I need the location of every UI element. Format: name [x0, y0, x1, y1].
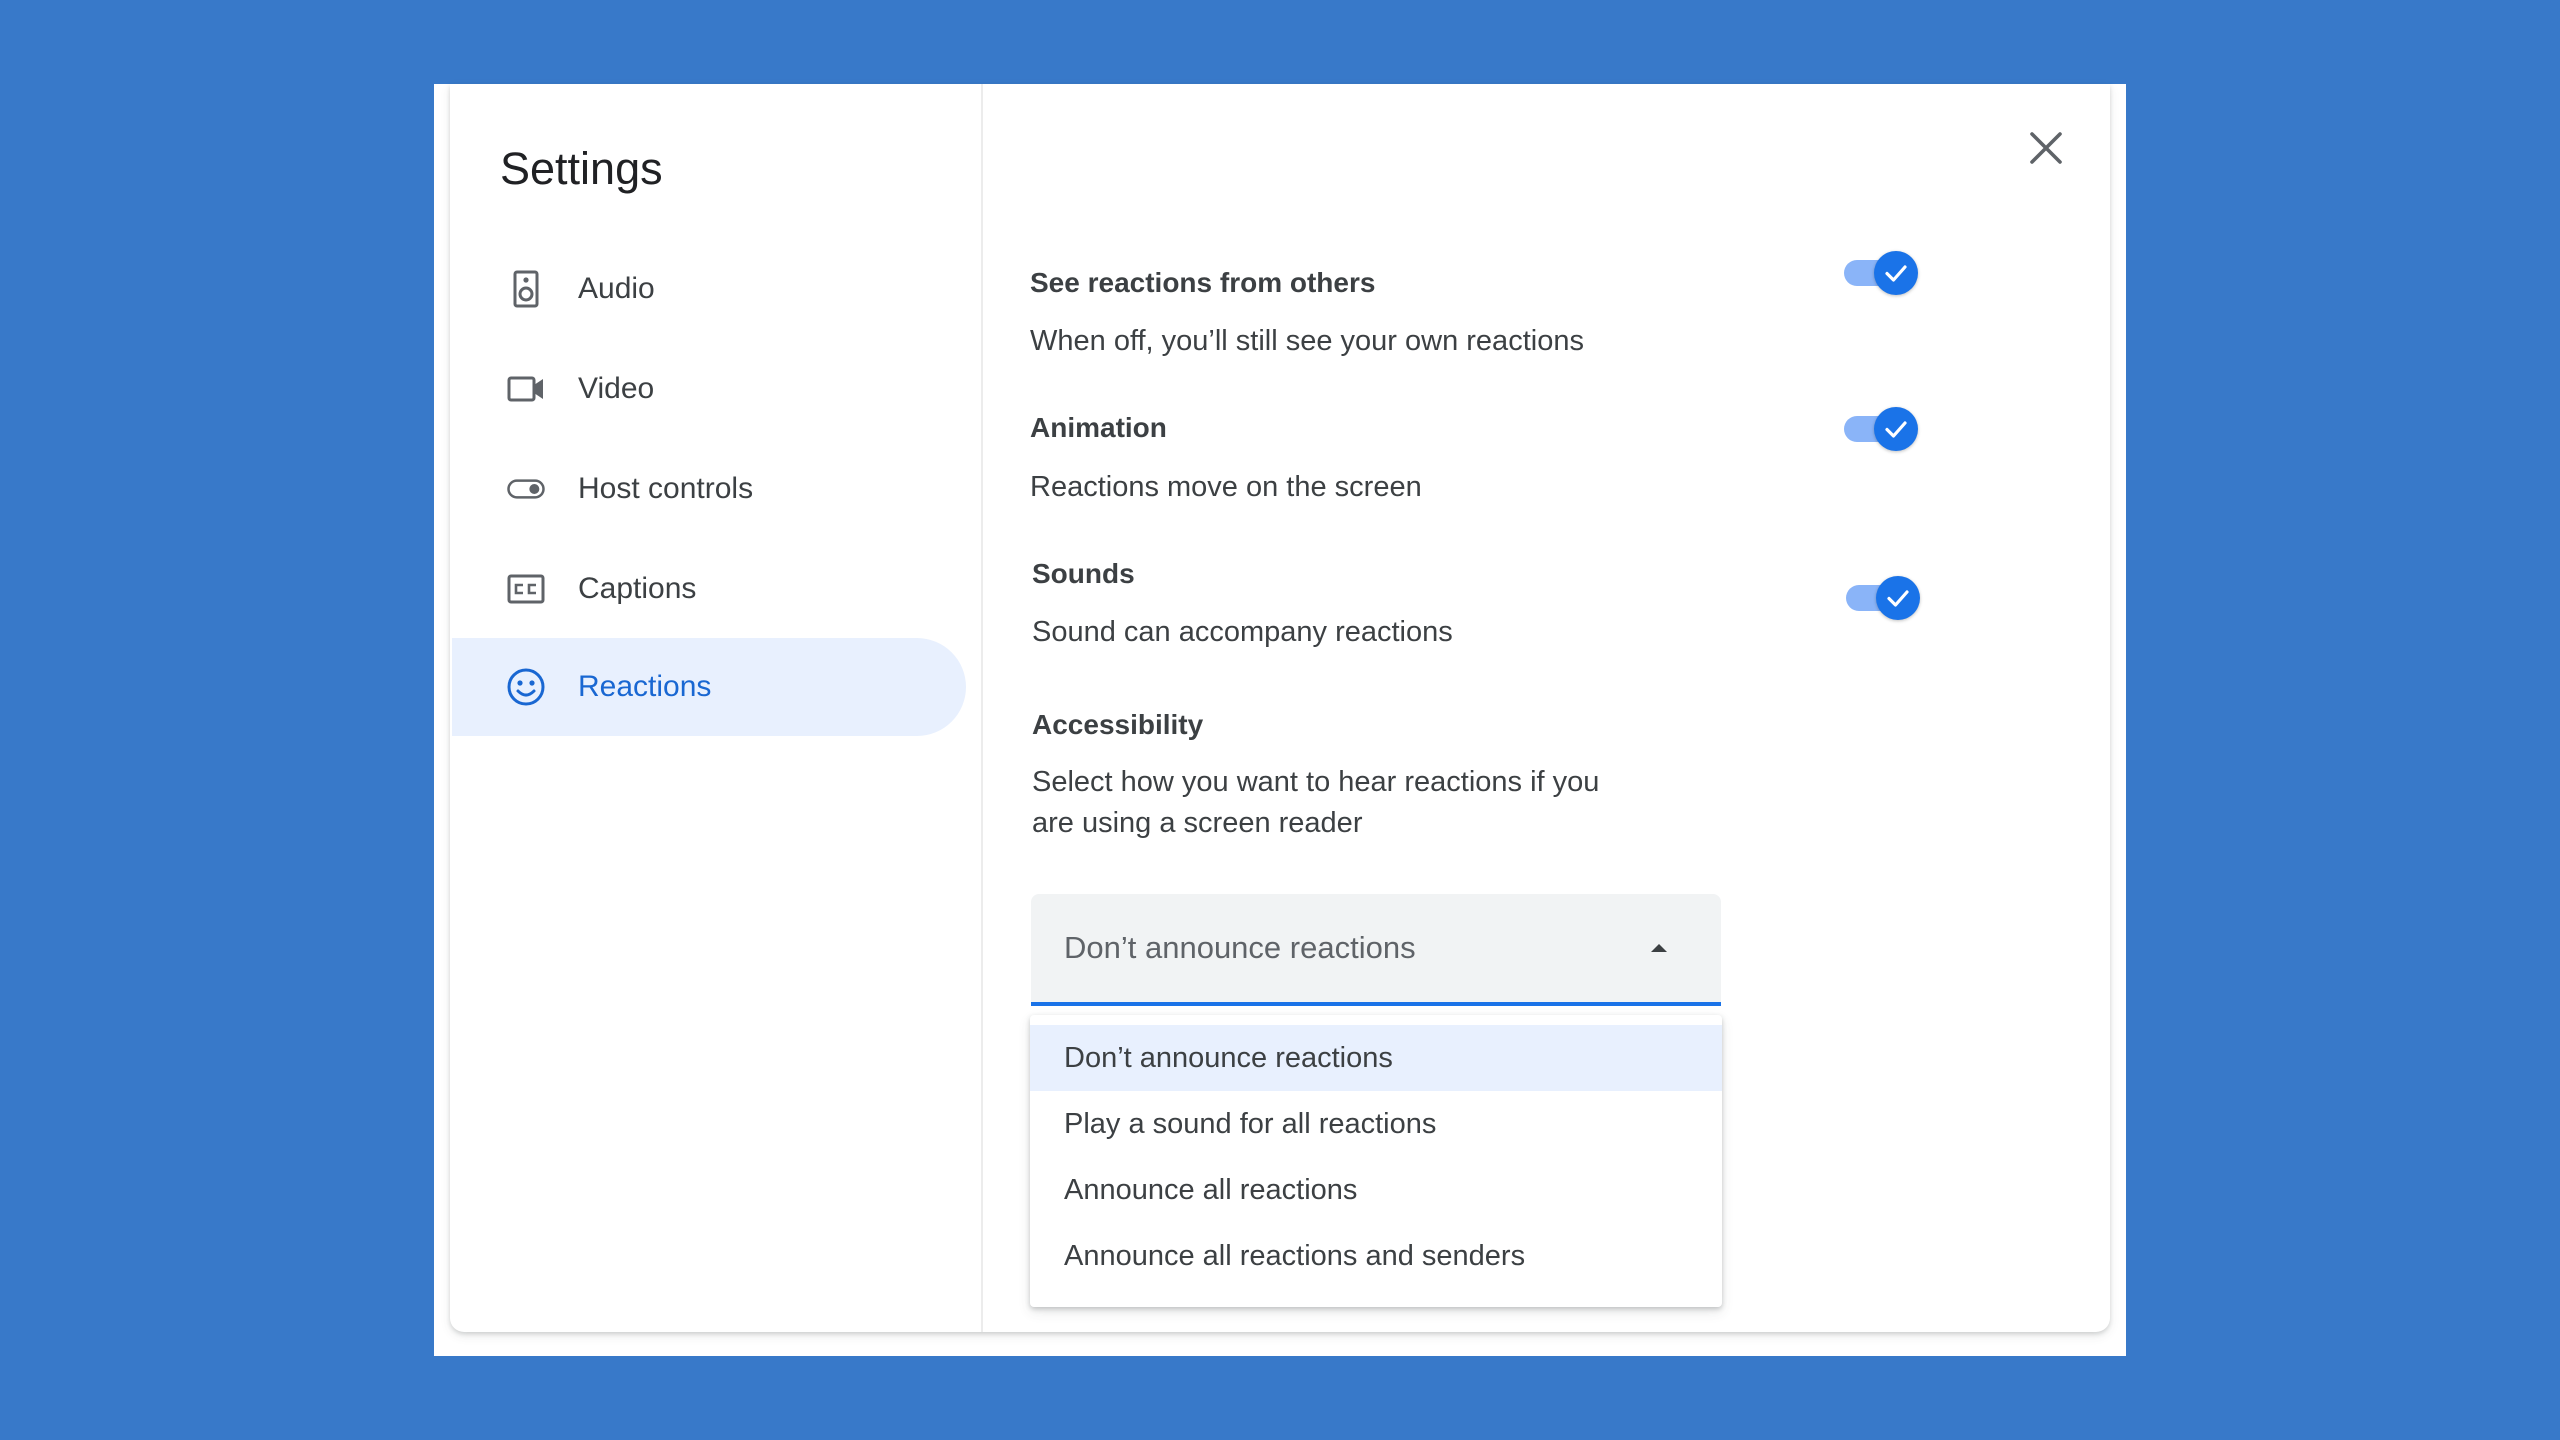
smiley-face-icon	[506, 667, 546, 707]
accessibility-description-line2: are using a screen reader	[1032, 807, 1363, 839]
sidebar-item-host-controls[interactable]: Host controls	[452, 440, 966, 538]
sidebar-item-video[interactable]: Video	[452, 340, 966, 438]
closed-captions-icon	[506, 569, 546, 609]
accessibility-title: Accessibility	[1032, 709, 1204, 740]
videocam-icon	[506, 369, 546, 409]
sounds-description: Sound can accompany reactions	[1032, 616, 1453, 648]
see-reactions-toggle[interactable]	[1842, 248, 1922, 298]
sidebar-item-label: Reactions	[578, 670, 712, 703]
sidebar-item-label: Host controls	[578, 472, 754, 505]
accessibility-description-line1: Select how you want to hear reactions if…	[1032, 766, 1600, 798]
sounds-title: Sounds	[1032, 558, 1135, 589]
speaker-icon	[506, 269, 546, 309]
toggle-thumb	[1876, 576, 1920, 620]
sidebar-item-reactions[interactable]: Reactions	[452, 638, 966, 736]
see-reactions-description: When off, you’ll still see your own reac…	[1030, 325, 1584, 357]
select-value: Don’t announce reactions	[1064, 930, 1416, 965]
menu-option-dont-announce[interactable]: Don’t announce reactions	[1030, 1025, 1722, 1091]
arrow-up-icon	[1651, 944, 1667, 952]
sidebar-item-label: Video	[578, 372, 655, 405]
see-reactions-title: See reactions from others	[1030, 267, 1376, 298]
close-icon	[2030, 132, 2062, 164]
check-icon	[1885, 421, 1907, 438]
animation-description: Reactions move on the screen	[1030, 471, 1422, 503]
sidebar-item-audio[interactable]: Audio	[452, 240, 966, 338]
menu-option-announce-all-senders[interactable]: Announce all reactions and senders	[1030, 1223, 1722, 1289]
toggle-thumb	[1874, 251, 1918, 295]
sidebar-item-label: Audio	[578, 272, 655, 305]
check-icon	[1885, 265, 1907, 282]
sidebar-item-label: Captions	[578, 572, 697, 605]
dialog-title: Settings	[500, 143, 663, 194]
panel-divider	[981, 84, 983, 1332]
announce-reactions-menu: Don’t announce reactions Play a sound fo…	[1030, 1015, 1722, 1307]
sidebar-item-captions[interactable]: Captions	[452, 540, 966, 638]
announce-reactions-select[interactable]: Don’t announce reactions	[1031, 894, 1721, 1006]
sounds-toggle[interactable]	[1844, 573, 1924, 623]
check-icon	[1887, 590, 1909, 607]
toggle-icon	[506, 469, 546, 509]
animation-title: Animation	[1030, 412, 1167, 443]
toggle-thumb	[1874, 407, 1918, 451]
menu-option-play-sound[interactable]: Play a sound for all reactions	[1030, 1091, 1722, 1157]
animation-toggle[interactable]	[1842, 404, 1922, 454]
close-button[interactable]	[2024, 126, 2068, 170]
menu-option-announce-all[interactable]: Announce all reactions	[1030, 1157, 1722, 1223]
